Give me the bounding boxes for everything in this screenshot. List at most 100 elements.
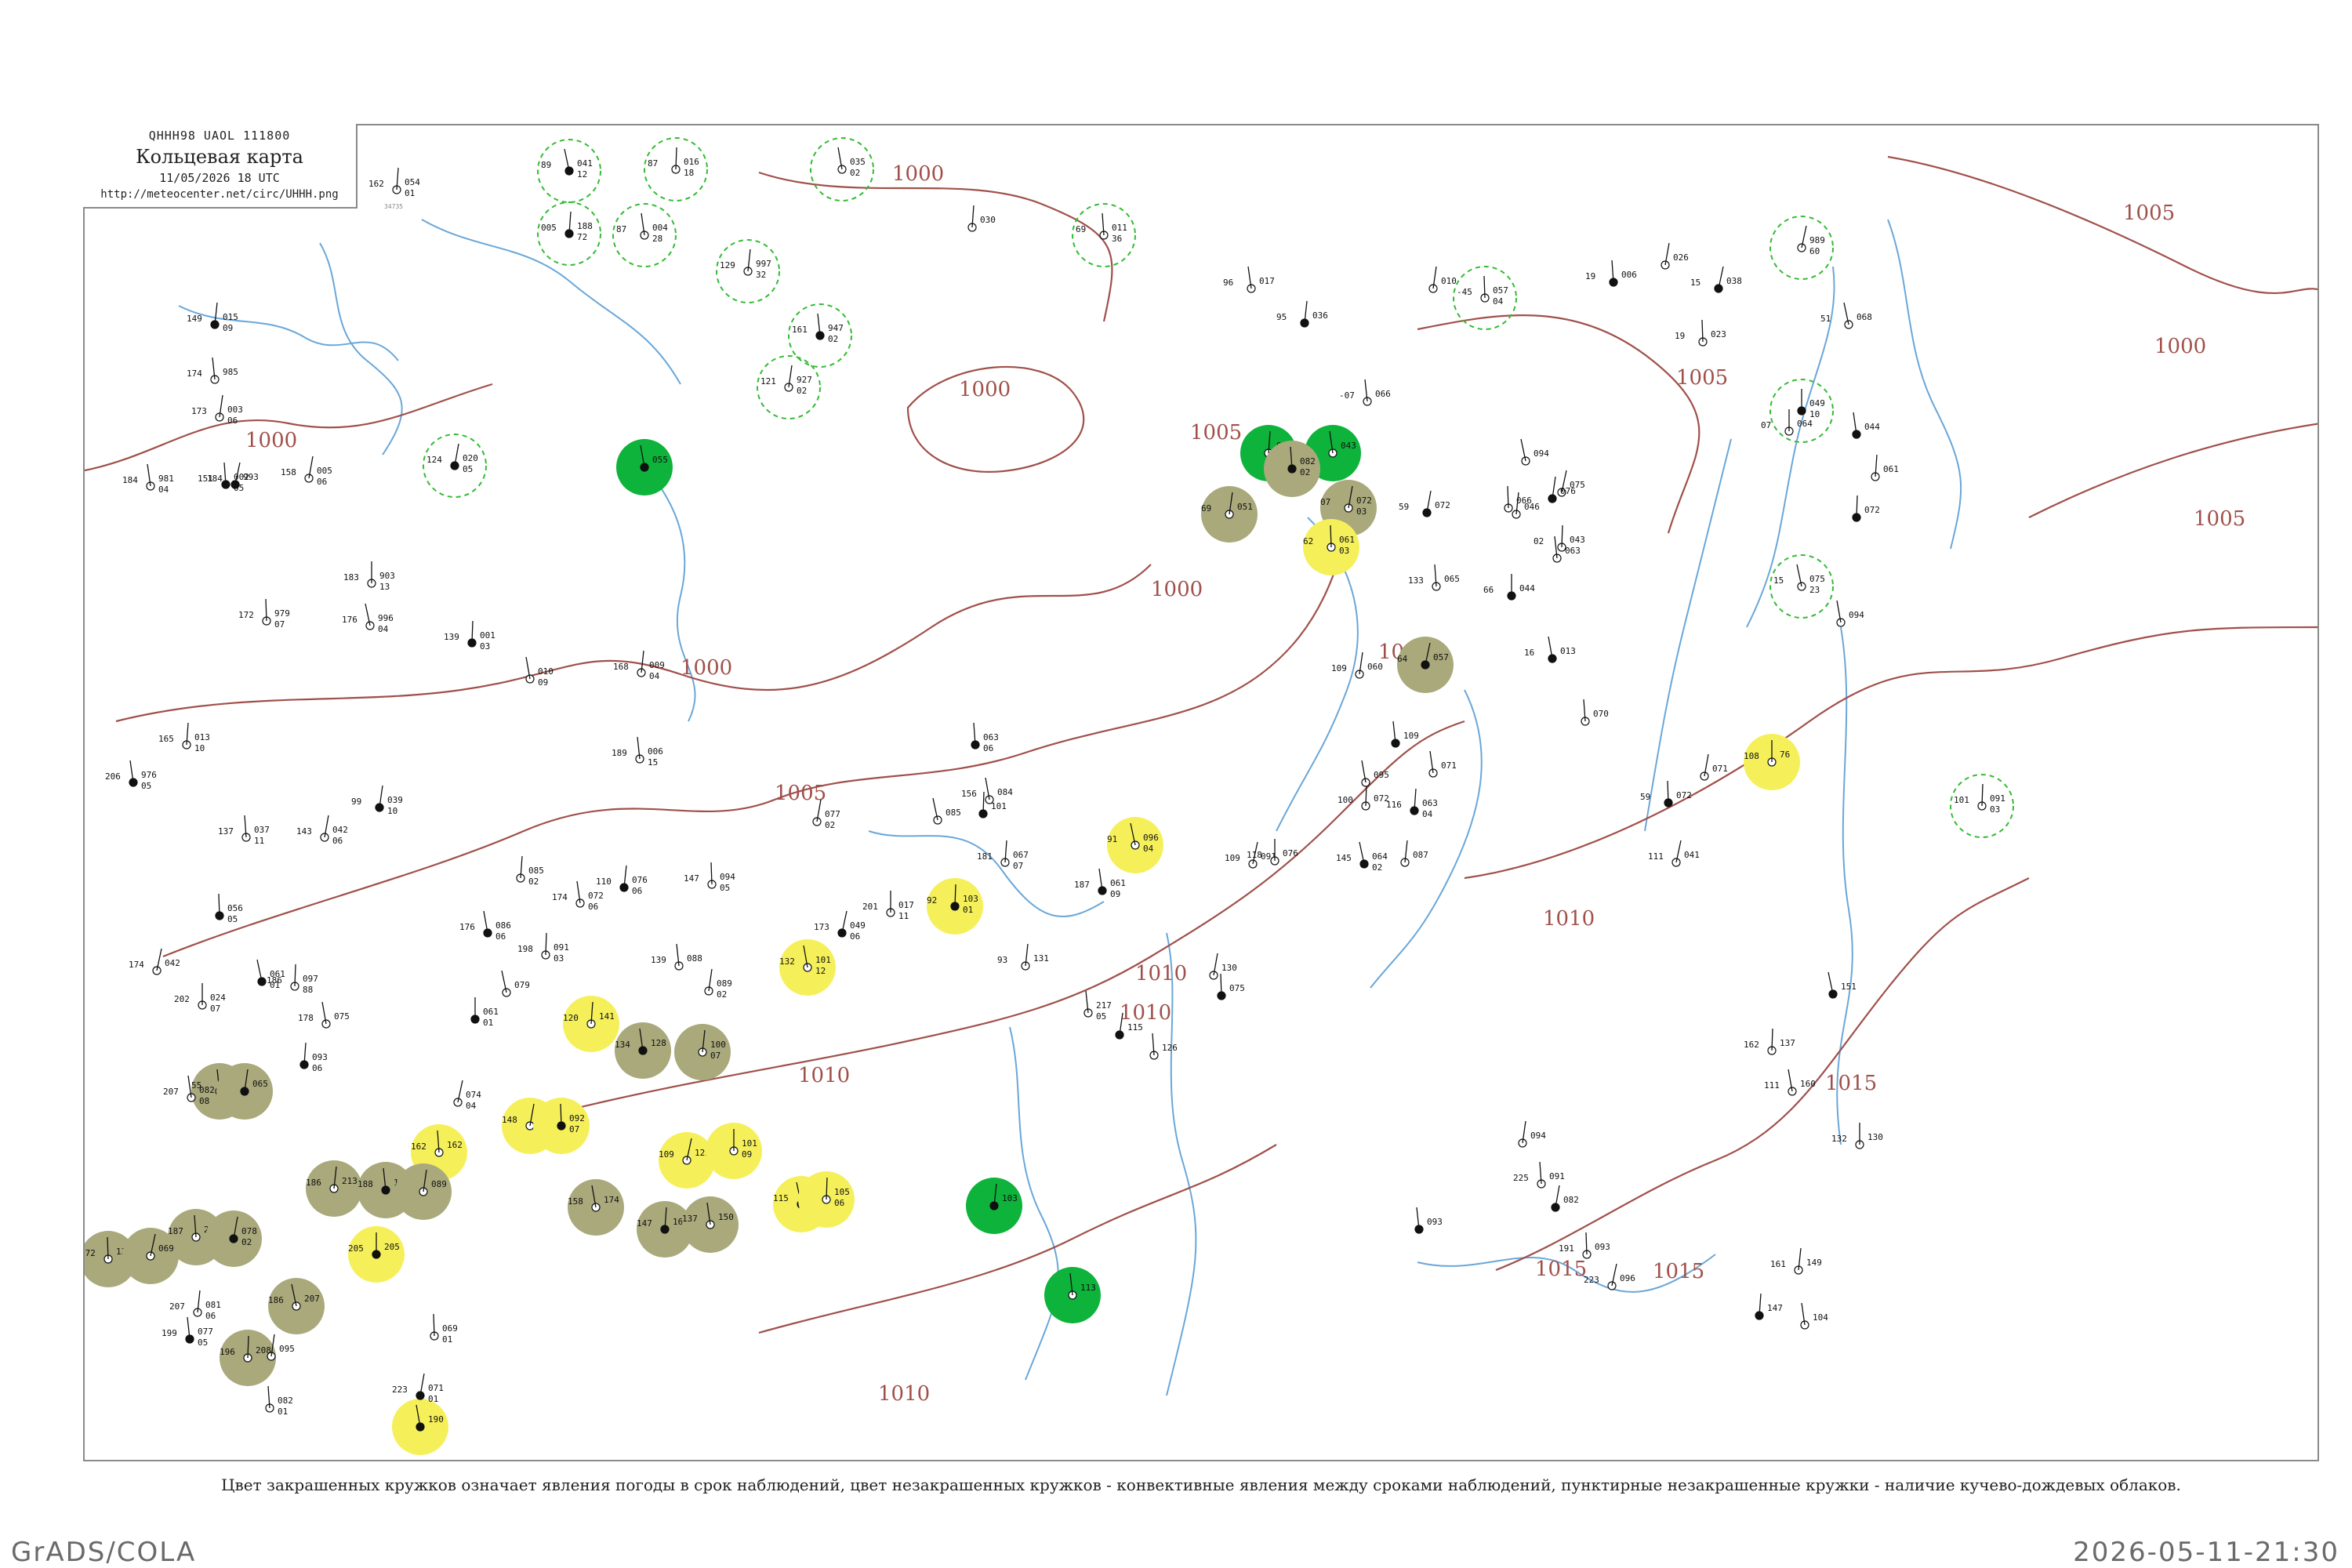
station-plot[interactable]: 089	[395, 1163, 452, 1220]
station-plot[interactable]: 18872 005	[537, 201, 601, 266]
station-plot[interactable]: 06103 62	[1303, 519, 1359, 575]
station-plot[interactable]: 103	[966, 1178, 1022, 1234]
station-plot[interactable]: 205 205	[348, 1226, 405, 1283]
station-plot[interactable]: 07404	[453, 1080, 481, 1111]
station-plot[interactable]: 075	[1217, 973, 1245, 1000]
station-plot[interactable]: 01310 165	[158, 722, 210, 753]
station-plot[interactable]: 057 64	[1397, 637, 1454, 693]
station-plot[interactable]: 026	[1661, 242, 1689, 270]
station-plot[interactable]: 06304 116	[1386, 788, 1438, 819]
station-plot[interactable]: 08106 207	[169, 1290, 221, 1321]
station-plot[interactable]: 90313 183	[343, 561, 395, 592]
station-plot[interactable]: 01136 69	[1072, 203, 1136, 267]
station-plot[interactable]: 06101	[470, 997, 499, 1028]
station-plot[interactable]: 088 139	[651, 943, 702, 971]
station-plot[interactable]: 10109	[706, 1123, 762, 1179]
station-plot[interactable]: 044 66	[1483, 574, 1535, 601]
station-plot[interactable]: 04206 143	[296, 815, 348, 846]
station-plot[interactable]: 02005 124	[423, 434, 487, 498]
station-plot[interactable]: 97605 206	[105, 760, 157, 791]
station-plot[interactable]: 03502	[810, 137, 874, 201]
station-plot[interactable]: 082	[1551, 1185, 1579, 1212]
station-plot[interactable]: 065	[216, 1063, 273, 1120]
station-plot[interactable]: 068 51	[1820, 302, 1872, 329]
station-plot[interactable]: 071	[1700, 753, 1728, 781]
station-plot[interactable]: 141 120	[563, 996, 619, 1052]
station-plot[interactable]: 10112 132	[779, 939, 836, 996]
station-plot[interactable]: 174 158	[568, 1179, 624, 1236]
station-plot[interactable]: 08201	[265, 1385, 293, 1417]
station-plot[interactable]: 00904 168	[613, 650, 665, 681]
station-plot[interactable]: 094	[1836, 600, 1864, 627]
station-plot[interactable]: 087	[1400, 840, 1428, 867]
station-plot[interactable]: 190	[392, 1399, 448, 1455]
station-plot[interactable]: 99732 129	[716, 239, 780, 303]
station-plot[interactable]: 017 96	[1223, 266, 1275, 293]
station-plot[interactable]: 07705 199	[162, 1316, 213, 1348]
station-plot[interactable]: 093	[1414, 1207, 1443, 1234]
station-plot[interactable]: 02407 202	[174, 983, 226, 1014]
station-plot[interactable]: 061	[1871, 454, 1899, 481]
station-plot[interactable]: 98960	[1769, 216, 1834, 280]
station-plot[interactable]: 055	[616, 439, 673, 495]
station-plot[interactable]: 98104 184	[122, 463, 174, 495]
station-plot[interactable]: 08606 176	[459, 910, 511, 942]
station-plot[interactable]: 006 19	[1585, 260, 1637, 287]
station-plot[interactable]: 10301 92	[927, 878, 983, 935]
station-plot[interactable]: 072 59	[1399, 490, 1450, 517]
station-plot[interactable]: 041 111	[1648, 840, 1700, 867]
station-plot[interactable]: 038 15	[1690, 266, 1742, 293]
station-plot[interactable]: 079	[501, 970, 530, 997]
station-plot[interactable]: 044	[1852, 412, 1880, 439]
station-plot[interactable]: 08202	[1264, 441, 1320, 497]
station-plot[interactable]: 069	[122, 1228, 179, 1284]
station-plot[interactable]: 05704 -45	[1453, 266, 1517, 330]
station-plot[interactable]: 01618 87	[644, 137, 708, 201]
station-plot[interactable]: 113	[1044, 1267, 1101, 1323]
station-plot[interactable]: 09207	[533, 1098, 590, 1154]
station-plot[interactable]: 08502	[516, 855, 544, 887]
station-plot[interactable]: 137 162	[1744, 1028, 1795, 1055]
station-plot[interactable]: 03711 137	[218, 815, 270, 846]
station-plot[interactable]: 07802	[205, 1210, 262, 1267]
station-plot[interactable]: 05605	[215, 893, 243, 924]
station-plot[interactable]: 104	[1800, 1302, 1828, 1330]
station-plot[interactable]: 07523 15	[1769, 554, 1834, 619]
station-plot[interactable]: 993 184	[207, 462, 259, 489]
station-plot[interactable]: 08902	[704, 968, 732, 1000]
station-plot[interactable]: 013 16	[1524, 636, 1576, 663]
station-plot[interactable]: 128 134	[615, 1022, 671, 1079]
station-plot[interactable]: 07606 110	[596, 865, 648, 896]
synoptic-map[interactable]: 1000100010001000100010051005100510051005…	[85, 125, 2319, 1461]
station-plot[interactable]: 095	[1361, 760, 1389, 787]
station-plot[interactable]: 06707 181	[977, 840, 1029, 871]
station-plot[interactable]: 072	[1852, 495, 1880, 522]
station-plot[interactable]: 075 178	[298, 1001, 350, 1029]
station-plot[interactable]: 00615 189	[612, 736, 663, 768]
station-plot[interactable]: 126	[1149, 1033, 1178, 1060]
station-plot[interactable]: 06402 145	[1336, 841, 1388, 873]
station-plot[interactable]: 01711 201	[862, 891, 914, 921]
station-plot[interactable]: 04910	[1769, 379, 1834, 443]
station-plot[interactable]: 065 133	[1408, 564, 1460, 591]
station-plot[interactable]: 151	[1828, 971, 1857, 999]
station-plot[interactable]: 109	[1391, 720, 1419, 748]
station-plot[interactable]: 04112 89	[537, 139, 601, 203]
station-plot[interactable]: 92702 121	[757, 355, 821, 419]
station-plot[interactable]: 023 19	[1675, 319, 1726, 347]
station-plot[interactable]: 06901	[430, 1313, 458, 1345]
map-url[interactable]: http://meteocenter.net/circ/UHHH.png	[83, 188, 356, 201]
station-plot[interactable]: 05401 162 34735	[368, 167, 420, 210]
station-plot[interactable]: 066 -07	[1339, 379, 1391, 406]
station-plot[interactable]: 070	[1581, 699, 1609, 726]
station-plot[interactable]: 094	[1518, 1120, 1546, 1148]
station-plot[interactable]: 00428 87	[612, 203, 677, 267]
station-plot[interactable]: 04906 173	[814, 910, 866, 942]
station-plot[interactable]: 072100	[1338, 783, 1389, 811]
station-plot[interactable]: 09604 91	[1107, 817, 1163, 873]
station-plot[interactable]: 06306	[971, 722, 999, 753]
station-plot[interactable]: 09405 147	[684, 862, 735, 893]
station-plot[interactable]: 091 225	[1513, 1161, 1565, 1189]
station-plot[interactable]: 030	[967, 205, 996, 232]
station-plot[interactable]: 060 109	[1331, 652, 1383, 679]
